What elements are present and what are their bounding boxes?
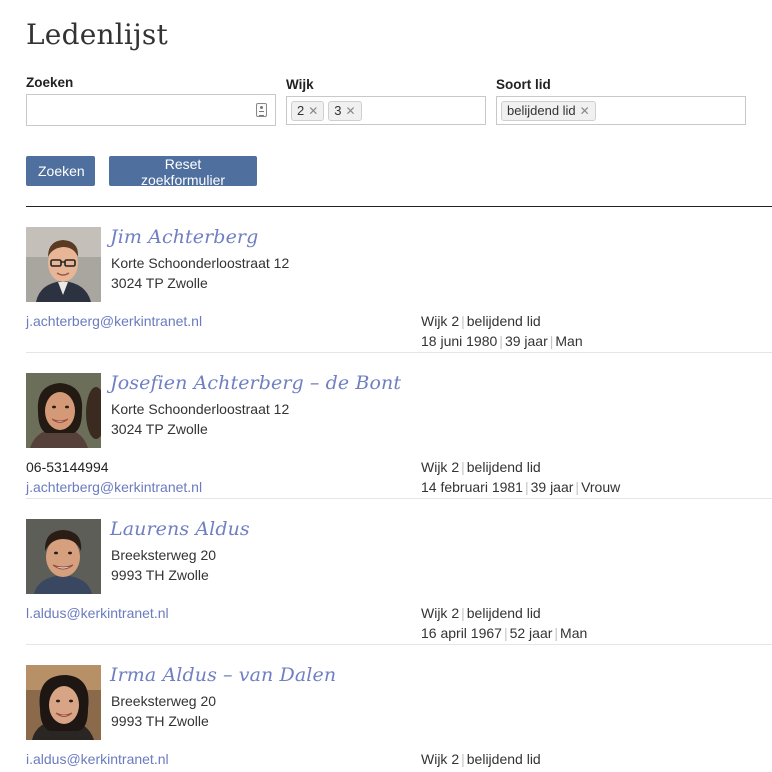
- member-city: 9993 TH Zwolle: [111, 713, 209, 729]
- search-button[interactable]: Zoeken: [26, 156, 95, 186]
- wijk-label: Wijk: [286, 77, 314, 92]
- member-card: Irma Aldus – van Dalen Breeksterweg 20 9…: [26, 645, 772, 772]
- member-age: 52 jaar: [509, 625, 553, 641]
- remove-chip-icon[interactable]: ✕: [580, 105, 590, 117]
- member-card: Josefien Achterberg – de Bont Korte Scho…: [26, 353, 772, 499]
- soort-chip-label: belijdend lid: [507, 103, 576, 118]
- wijk-chip-label: 3: [334, 103, 342, 118]
- member-street: Breeksterweg 20: [111, 693, 217, 709]
- member-card: Jim Achterberg Korte Schoonderloostraat …: [26, 207, 772, 353]
- member-meta-line: Wijk 2 | belijdend lid: [421, 313, 541, 329]
- search-field[interactable]: [26, 94, 276, 126]
- wijk-chip-label: 2: [297, 103, 305, 118]
- avatar[interactable]: [26, 373, 101, 448]
- member-birth-line: 18 juni 1980 | 39 jaar | Man: [421, 333, 583, 349]
- soort-select[interactable]: belijdend lid ✕: [496, 96, 746, 125]
- member-birthdate: 16 april 1967: [421, 625, 502, 641]
- soort-chip: belijdend lid ✕: [501, 100, 596, 121]
- contact-card-icon: [256, 103, 267, 117]
- member-gender: Man: [560, 625, 588, 641]
- member-name[interactable]: Irma Aldus – van Dalen: [110, 664, 336, 686]
- member-age: 39 jaar: [504, 333, 548, 349]
- wijk-chip: 3 ✕: [328, 100, 362, 121]
- member-wijk: Wijk 2: [421, 459, 460, 475]
- wijk-select[interactable]: 2 ✕ 3 ✕: [286, 96, 486, 125]
- member-meta-line: Wijk 2 | belijdend lid: [421, 751, 541, 767]
- member-age: 39 jaar: [530, 479, 574, 495]
- member-city: 3024 TP Zwolle: [111, 275, 208, 291]
- member-name[interactable]: Josefien Achterberg – de Bont: [110, 372, 401, 394]
- member-street: Korte Schoonderloostraat 12: [111, 255, 290, 271]
- member-email[interactable]: l.aldus@kerkintranet.nl: [26, 605, 169, 621]
- member-birth-line: 14 februari 1981 | 39 jaar | Vrouw: [421, 479, 621, 495]
- avatar[interactable]: [26, 665, 101, 740]
- member-wijk: Wijk 2: [421, 313, 460, 329]
- member-gender: Man: [555, 333, 583, 349]
- member-card: Laurens Aldus Breeksterweg 20 9993 TH Zw…: [26, 499, 772, 645]
- member-soort: belijdend lid: [466, 459, 541, 475]
- member-birthdate: 18 juni 1980: [421, 333, 498, 349]
- member-birthdate: 14 februari 1981: [421, 479, 523, 495]
- member-meta-line: Wijk 2 | belijdend lid: [421, 459, 541, 475]
- member-gender: Vrouw: [581, 479, 621, 495]
- member-wijk: Wijk 2: [421, 605, 460, 621]
- member-wijk: Wijk 2: [421, 751, 460, 767]
- member-soort: belijdend lid: [466, 751, 541, 767]
- avatar[interactable]: [26, 519, 101, 594]
- member-name[interactable]: Laurens Aldus: [110, 518, 250, 540]
- member-name[interactable]: Jim Achterberg: [110, 226, 258, 248]
- reset-button[interactable]: Reset zoekformulier: [109, 156, 257, 188]
- member-street: Korte Schoonderloostraat 12: [111, 401, 290, 417]
- member-meta-line: Wijk 2 | belijdend lid: [421, 605, 541, 621]
- search-input[interactable]: [27, 95, 275, 125]
- member-email[interactable]: i.aldus@kerkintranet.nl: [26, 751, 169, 767]
- soort-label: Soort lid: [496, 77, 551, 92]
- member-birth-line: 16 april 1967 | 52 jaar | Man: [421, 625, 588, 641]
- search-label: Zoeken: [26, 75, 74, 90]
- member-phone[interactable]: 06-53144994: [26, 459, 109, 475]
- wijk-chip: 2 ✕: [291, 100, 325, 121]
- member-soort: belijdend lid: [466, 605, 541, 621]
- member-street: Breeksterweg 20: [111, 547, 217, 563]
- remove-chip-icon[interactable]: ✕: [346, 105, 356, 117]
- member-city: 9993 TH Zwolle: [111, 567, 209, 583]
- member-city: 3024 TP Zwolle: [111, 421, 208, 437]
- member-email[interactable]: j.achterberg@kerkintranet.nl: [26, 479, 202, 495]
- member-soort: belijdend lid: [466, 313, 541, 329]
- remove-chip-icon[interactable]: ✕: [308, 105, 318, 117]
- member-email[interactable]: j.achterberg@kerkintranet.nl: [26, 313, 202, 329]
- avatar[interactable]: [26, 227, 101, 302]
- page-title: Ledenlijst: [26, 18, 168, 51]
